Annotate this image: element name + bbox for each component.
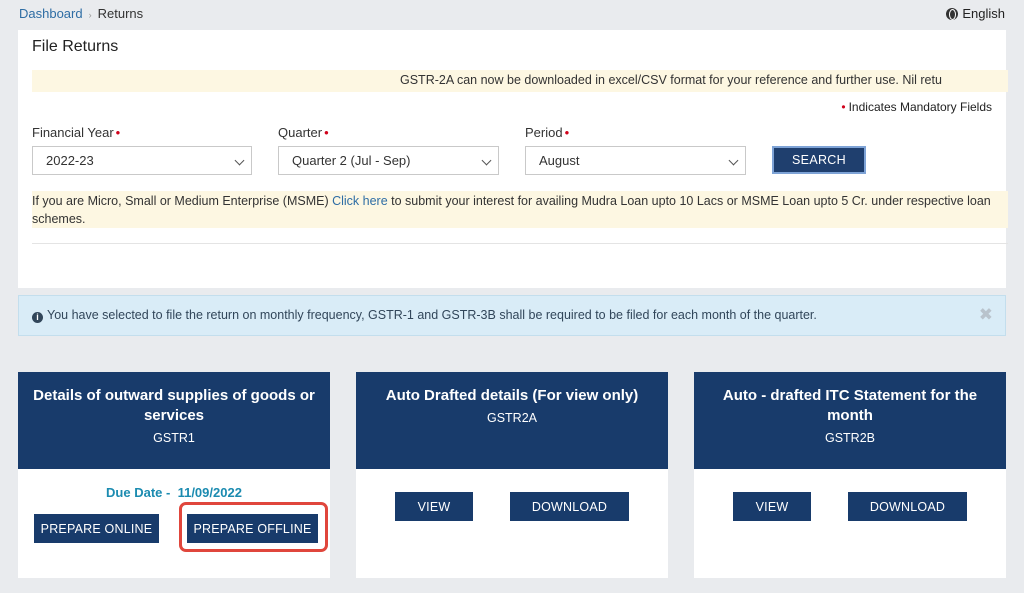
prepare-offline-highlight bbox=[179, 502, 328, 552]
financial-year-label: Financial Year • bbox=[32, 125, 120, 140]
due-date: Due Date - 11/09/2022 bbox=[18, 485, 330, 500]
close-icon[interactable]: ✖ bbox=[979, 305, 993, 325]
notice-marquee: GSTR-2A can now be downloaded in excel/C… bbox=[32, 70, 1008, 92]
mandatory-note-text: Indicates Mandatory Fields bbox=[848, 100, 992, 114]
gstr2a-download-button[interactable]: DOWNLOAD bbox=[510, 492, 629, 521]
gstr2a-card: Auto Drafted details (For view only) GST… bbox=[356, 372, 668, 578]
file-returns-panel: File Returns GSTR-2A can now be download… bbox=[18, 30, 1008, 288]
financial-year-value: 2022-23 bbox=[46, 153, 94, 168]
breadcrumb-dashboard-link[interactable]: Dashboard bbox=[19, 6, 83, 21]
notice-text: GSTR-2A can now be downloaded in excel/C… bbox=[400, 73, 942, 87]
page-title: File Returns bbox=[32, 38, 119, 55]
info-icon: i bbox=[32, 312, 43, 323]
period-select[interactable]: August bbox=[525, 146, 746, 175]
gstr2a-card-header: Auto Drafted details (For view only) GST… bbox=[356, 372, 668, 469]
mandatory-note: • Indicates Mandatory Fields bbox=[841, 100, 992, 114]
msme-notice: If you are Micro, Small or Medium Enterp… bbox=[32, 191, 1008, 228]
card-code: GSTR1 bbox=[153, 431, 195, 445]
period-label: Period • bbox=[525, 125, 569, 140]
quarter-label: Quarter • bbox=[278, 125, 329, 140]
card-title: Auto - drafted ITC Statement for the mon… bbox=[722, 387, 978, 424]
period-value: August bbox=[539, 153, 580, 168]
due-date-value: 11/09/2022 bbox=[177, 485, 242, 500]
chevron-down-icon bbox=[728, 155, 739, 166]
divider bbox=[32, 243, 1008, 244]
required-marker: • bbox=[324, 125, 329, 140]
chevron-down-icon bbox=[234, 155, 245, 166]
top-bar: Dashboard › Returns English bbox=[0, 0, 1024, 28]
breadcrumb-current: Returns bbox=[97, 6, 144, 21]
required-marker: • bbox=[564, 125, 570, 140]
card-title: Auto Drafted details (For view only) bbox=[385, 387, 639, 404]
quarter-value: Quarter 2 (Jul - Sep) bbox=[292, 153, 411, 168]
chevron-down-icon bbox=[481, 155, 492, 166]
breadcrumb: Dashboard › Returns bbox=[19, 6, 143, 21]
financial-year-select[interactable]: 2022-23 bbox=[32, 146, 252, 175]
due-date-label: Due Date - bbox=[106, 485, 171, 500]
quarter-label-text: Quarter bbox=[278, 125, 323, 140]
gstr1-card-header: Details of outward supplies of goods or … bbox=[18, 372, 330, 469]
prepare-online-button[interactable]: PREPARE ONLINE bbox=[34, 514, 159, 543]
msme-text-before: If you are Micro, Small or Medium Enterp… bbox=[32, 194, 333, 208]
card-code: GSTR2A bbox=[486, 411, 537, 425]
search-button[interactable]: SEARCH bbox=[772, 146, 866, 174]
required-marker: • bbox=[115, 125, 121, 140]
gstr2b-card: Auto - drafted ITC Statement for the mon… bbox=[694, 372, 1006, 578]
gstr2b-card-header: Auto - drafted ITC Statement for the mon… bbox=[694, 372, 1006, 469]
language-label: English bbox=[962, 6, 1005, 21]
language-selector[interactable]: English bbox=[946, 6, 1005, 21]
required-dot-icon: • bbox=[841, 100, 846, 114]
quarter-select[interactable]: Quarter 2 (Jul - Sep) bbox=[278, 146, 499, 175]
gstr2a-view-button[interactable]: VIEW bbox=[395, 492, 473, 521]
info-alert-text: You have selected to file the return on … bbox=[47, 308, 817, 322]
breadcrumb-separator-icon: › bbox=[88, 10, 92, 20]
card-code: GSTR2B bbox=[824, 431, 875, 445]
financial-year-label-text: Financial Year bbox=[32, 125, 114, 140]
card-title: Details of outward supplies of goods or … bbox=[33, 387, 315, 424]
gstr2b-download-button[interactable]: DOWNLOAD bbox=[848, 492, 967, 521]
globe-icon bbox=[946, 7, 959, 20]
period-label-text: Period bbox=[525, 125, 563, 140]
info-alert: i You have selected to file the return on… bbox=[18, 295, 1006, 336]
msme-click-here-link[interactable]: Click here bbox=[332, 194, 388, 208]
gstr2b-view-button[interactable]: VIEW bbox=[733, 492, 811, 521]
